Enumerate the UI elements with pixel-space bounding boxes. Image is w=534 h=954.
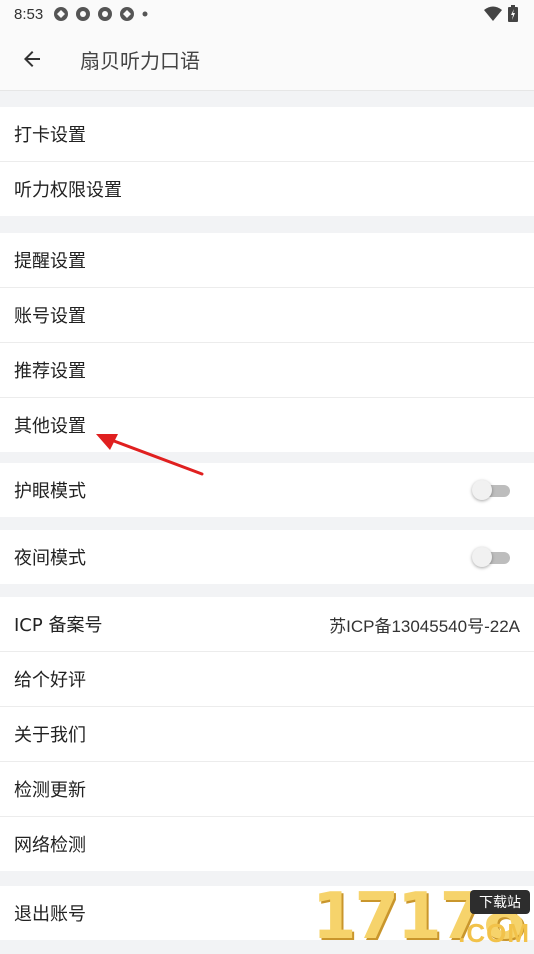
settings-item-label: 网络检测 [14,835,86,856]
settings-item-listening-permission[interactable]: 听力权限设置 [0,162,534,216]
page-title: 扇贝听力口语 [80,48,200,73]
arrow-back-icon[interactable] [20,47,44,71]
settings-item-check-update[interactable]: 检测更新 [0,762,534,817]
settings-group-eye-care: 护眼模式 [0,463,534,517]
settings-item-label: 关于我们 [14,725,86,746]
settings-item-network-check[interactable]: 网络检测 [0,817,534,871]
settings-item-recommend[interactable]: 推荐设置 [0,343,534,398]
settings-item-eye-care: 护眼模式 [0,463,534,517]
wifi-icon [484,6,502,21]
settings-item-other[interactable]: 其他设置 [0,398,534,452]
settings-item-checkin[interactable]: 打卡设置 [0,107,534,162]
settings-group-about: ICP 备案号 苏ICP备13045540号-22A 给个好评 关于我们 检测更… [0,597,534,871]
settings-item-rate[interactable]: 给个好评 [0,652,534,707]
app-notification-icon [98,7,113,21]
settings-item-label: 其他设置 [14,416,86,437]
settings-item-label: 退出账号 [14,904,86,925]
settings-item-reminder[interactable]: 提醒设置 [0,233,534,288]
status-bar: 8:53 [0,0,534,28]
settings-item-label: 听力权限设置 [14,180,122,201]
settings-group-night-mode: 夜间模式 [0,530,534,584]
settings-item-label: 提醒设置 [14,251,86,272]
app-notification-icon [54,7,69,21]
app-notification-icon [120,7,135,21]
settings-item-label: 检测更新 [14,780,86,801]
settings-item-label: 护眼模式 [14,481,86,502]
settings-item-label: 推荐设置 [14,361,86,382]
settings-group-logout: 退出账号 [0,886,534,940]
night-mode-toggle[interactable] [472,547,510,567]
settings-item-icp[interactable]: ICP 备案号 苏ICP备13045540号-22A [0,597,534,652]
status-time: 8:53 [14,5,44,23]
settings-item-label: 账号设置 [14,306,86,327]
settings-item-account[interactable]: 账号设置 [0,288,534,343]
battery-icon [508,5,518,22]
status-right-icons [484,5,518,22]
app-bar: 扇贝听力口语 [0,28,534,91]
settings-group-general: 提醒设置 账号设置 推荐设置 其他设置 [0,233,534,452]
settings-item-label: 夜间模式 [14,548,86,569]
settings-group-checkin: 打卡设置 听力权限设置 [0,107,534,216]
status-notification-icons [53,6,149,22]
settings-item-label: ICP 备案号 [14,615,103,636]
logout-button[interactable]: 退出账号 [0,886,534,940]
settings-item-night-mode: 夜间模式 [0,530,534,584]
settings-item-label: 打卡设置 [14,125,86,146]
dot-icon [142,11,148,17]
eye-care-toggle[interactable] [472,480,510,500]
icp-number: 苏ICP备13045540号-22A [329,616,520,636]
settings-item-about-us[interactable]: 关于我们 [0,707,534,762]
toggle-knob [472,547,492,567]
settings-item-label: 给个好评 [14,670,86,691]
toggle-knob [472,480,492,500]
app-notification-icon [76,7,91,21]
